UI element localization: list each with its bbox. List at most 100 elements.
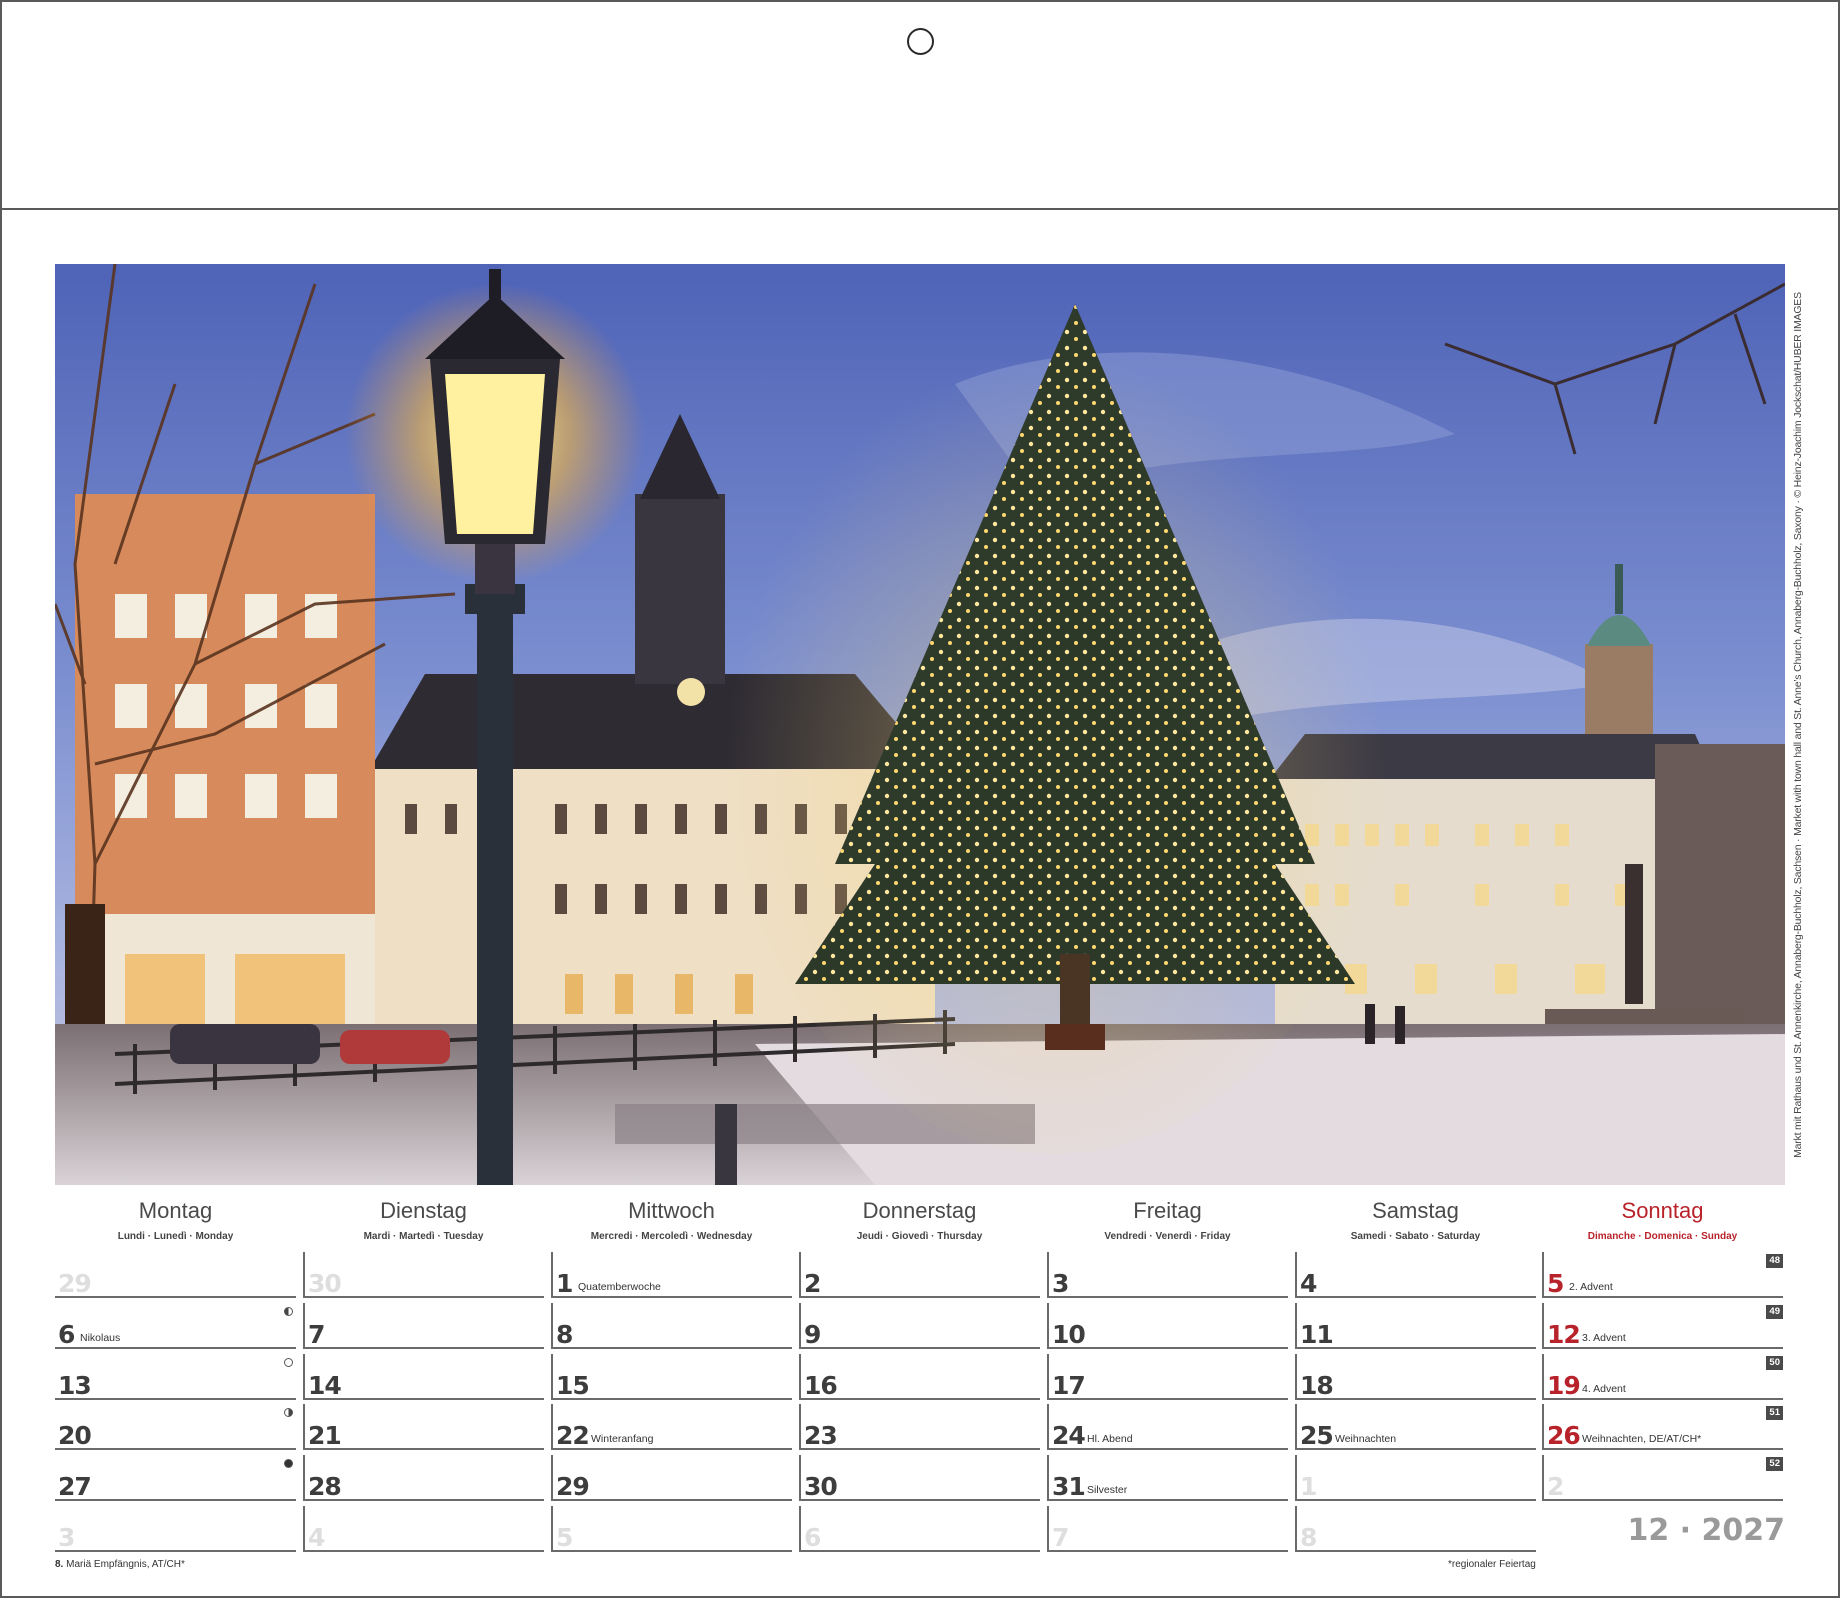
day-cell: 29 <box>551 1455 792 1501</box>
day-number: 3 <box>1052 1269 1069 1298</box>
weekday-header-donnerstag: Donnerstag Jeudi · Giovedì · Thursday <box>799 1196 1040 1242</box>
day-number: 16 <box>804 1371 838 1400</box>
day-cell: 16 <box>799 1354 1040 1400</box>
day-number: 23 <box>804 1421 838 1450</box>
day-number: 3 <box>58 1523 75 1552</box>
weekday-header-dienstag: Dienstag Mardi · Martedì · Tuesday <box>303 1196 544 1242</box>
day-cell: 13 <box>55 1354 296 1400</box>
weekday-header-samstag: Samstag Samedi · Sabato · Saturday <box>1295 1196 1536 1242</box>
full-moon-icon <box>284 1358 293 1367</box>
week-number-badge: 51 <box>1766 1406 1783 1420</box>
day-note: 3. Advent <box>1582 1332 1626 1344</box>
month-year-label: 12 · 2027 <box>1627 1513 1785 1548</box>
day-number: 30 <box>308 1269 342 1298</box>
weekday-translations: Samedi · Sabato · Saturday <box>1350 1231 1481 1242</box>
day-cell: 31 Silvester <box>1047 1455 1288 1501</box>
new-moon-icon <box>284 1459 293 1468</box>
day-number: 5 <box>556 1523 573 1552</box>
day-cell: 17 <box>1047 1354 1288 1400</box>
day-cell: 2 <box>799 1252 1040 1298</box>
day-number: 12 <box>1547 1320 1581 1349</box>
day-cell: 4 <box>1295 1252 1536 1298</box>
day-cell: 26 Weihnachten, DE/AT/CH* 51 <box>1542 1404 1783 1450</box>
day-number: 6 <box>804 1523 821 1552</box>
day-number: 28 <box>308 1472 342 1501</box>
day-cell: 12 3. Advent 49 <box>1542 1303 1783 1349</box>
day-number: 5 <box>1547 1269 1564 1298</box>
last-quarter-moon-icon <box>284 1307 293 1316</box>
day-cell: 6 <box>799 1506 1040 1552</box>
first-quarter-moon-icon <box>284 1408 293 1417</box>
day-number: 31 <box>1052 1472 1086 1501</box>
day-note: Winteranfang <box>591 1433 654 1445</box>
week-number-badge: 52 <box>1766 1457 1783 1471</box>
day-number: 17 <box>1052 1371 1086 1400</box>
weekday-header-freitag: Freitag Vendredi · Venerdì · Friday <box>1047 1196 1288 1242</box>
day-number: 1 <box>556 1269 573 1298</box>
day-number: 8 <box>1300 1523 1317 1552</box>
day-cell: 3 <box>1047 1252 1288 1298</box>
day-number: 14 <box>308 1371 342 1400</box>
day-note: Weihnachten <box>1335 1433 1397 1445</box>
day-cell: 30 <box>303 1252 544 1298</box>
footnote-holiday-text: Mariä Empfängnis, AT/CH* <box>63 1559 185 1570</box>
day-cell: 8 <box>551 1303 792 1349</box>
weekday-name: Donnerstag <box>862 1198 977 1223</box>
day-cell: 25 Weihnachten <box>1295 1404 1536 1450</box>
day-number: 22 <box>556 1421 590 1450</box>
day-note: Nikolaus <box>80 1332 121 1344</box>
day-note: Silvester <box>1087 1484 1128 1496</box>
week-number-badge: 49 <box>1766 1305 1783 1319</box>
week-number-badge: 50 <box>1766 1356 1783 1370</box>
weekday-translations: Mercredi · Mercoledì · Wednesday <box>590 1231 753 1242</box>
footnote-regional: *regionaler Feiertag <box>1448 1559 1536 1570</box>
weekday-translations: Jeudi · Giovedì · Thursday <box>856 1231 983 1242</box>
weekday-name: Sonntag <box>1621 1198 1704 1223</box>
photo-credit: Markt mit Rathaus und St. Annenkirche, A… <box>1785 264 1811 1185</box>
day-cell: 22 Winteranfang <box>551 1404 792 1450</box>
day-cell: 19 4. Advent 50 <box>1542 1354 1783 1400</box>
day-note: 2. Advent <box>1569 1281 1613 1293</box>
day-number: 4 <box>308 1523 325 1552</box>
day-cell: 1 <box>1295 1455 1536 1501</box>
day-cell: 5 <box>551 1506 792 1552</box>
day-note: Hl. Abend <box>1087 1433 1133 1445</box>
day-number: 15 <box>556 1371 590 1400</box>
day-number: 26 <box>1547 1421 1581 1450</box>
day-number: 7 <box>308 1320 325 1349</box>
weekday-translations: Vendredi · Venerdì · Friday <box>1104 1231 1231 1242</box>
day-cell: 10 <box>1047 1303 1288 1349</box>
day-cell: 7 <box>1047 1506 1288 1552</box>
weekday-name: Mittwoch <box>628 1198 715 1223</box>
day-number: 18 <box>1300 1371 1334 1400</box>
day-cell: 4 <box>303 1506 544 1552</box>
day-cell: 28 <box>303 1455 544 1501</box>
day-number: 24 <box>1052 1421 1086 1450</box>
day-cell: 23 <box>799 1404 1040 1450</box>
day-number: 1 <box>1300 1472 1317 1501</box>
day-cell: 14 <box>303 1354 544 1400</box>
weekday-name: Freitag <box>1133 1198 1202 1223</box>
day-number: 11 <box>1300 1320 1334 1349</box>
day-number: 6 <box>58 1320 75 1349</box>
day-number: 30 <box>804 1472 838 1501</box>
day-cell: 27 <box>55 1455 296 1501</box>
day-number: 25 <box>1300 1421 1334 1450</box>
weekday-header-montag: Montag Lundi · Lunedì · Monday <box>55 1196 296 1242</box>
day-cell: 7 <box>303 1303 544 1349</box>
day-number: 13 <box>58 1371 92 1400</box>
day-note: Quatemberwoche <box>578 1281 661 1293</box>
day-number: 21 <box>308 1421 342 1450</box>
day-number: 4 <box>1300 1269 1317 1298</box>
day-number: 29 <box>58 1269 92 1298</box>
calendar-header-strip <box>0 0 1840 210</box>
day-cell: 30 <box>799 1455 1040 1501</box>
day-number: 9 <box>804 1320 821 1349</box>
day-number: 27 <box>58 1472 92 1501</box>
weekday-name: Dienstag <box>380 1198 467 1223</box>
day-number: 2 <box>1547 1472 1564 1501</box>
day-cell: 6 Nikolaus <box>55 1303 296 1349</box>
day-cell: 15 <box>551 1354 792 1400</box>
weekday-name: Samstag <box>1372 1198 1459 1223</box>
day-number: 20 <box>58 1421 92 1450</box>
